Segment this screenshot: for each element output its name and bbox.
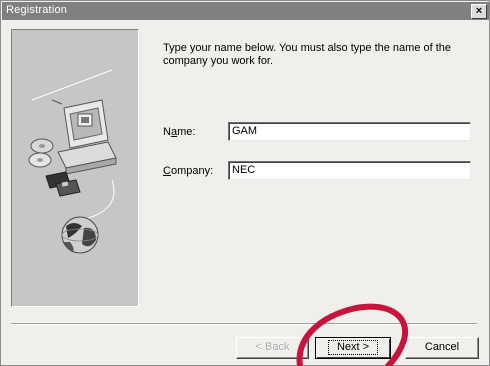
company-label-text: ompany: (170, 165, 214, 177)
cancel-button[interactable]: Cancel (405, 337, 479, 359)
decorative-line (31, 69, 113, 101)
decorative-line (51, 99, 63, 105)
close-button[interactable]: × (471, 4, 487, 19)
company-field[interactable]: NEC (228, 161, 471, 180)
illustration-art (28, 69, 117, 254)
name-field[interactable]: GAM (228, 122, 471, 141)
cd-disc-icon (28, 138, 54, 168)
name-label: Name: (163, 126, 195, 138)
next-button[interactable]: Next > (315, 337, 391, 359)
decorative-line (81, 179, 115, 221)
title-bar: Registration × (2, 2, 489, 20)
back-button[interactable]: < Back (236, 337, 309, 359)
globe-icon (61, 216, 99, 254)
setup-illustration (11, 29, 139, 307)
window-title: Registration (6, 4, 68, 16)
name-label-text: me: (177, 126, 196, 138)
instructions-text: Type your name below. You must also type… (163, 42, 452, 67)
company-label-mnemonic: C (163, 165, 171, 177)
name-label-text: N (163, 126, 171, 138)
computer-icon (57, 99, 117, 175)
registration-dialog: Registration × Type your name below. You… (0, 0, 490, 366)
company-label: Company: (163, 165, 213, 177)
floppy-disk-icon (45, 171, 81, 197)
button-divider (11, 323, 477, 325)
next-button-label: Next > (327, 340, 379, 355)
